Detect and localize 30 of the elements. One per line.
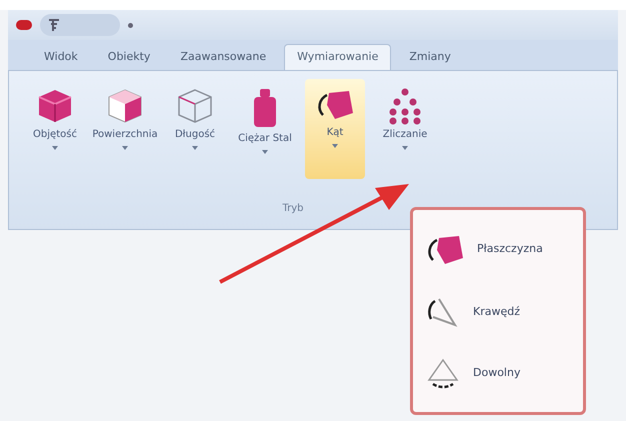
caret-icon [262, 150, 268, 154]
caret-icon [52, 146, 58, 150]
app-logo-icon[interactable] [16, 20, 32, 30]
ribbon-tab[interactable]: Zmiany [397, 44, 463, 70]
ribbon-button[interactable]: Ciężar Stal [235, 79, 295, 179]
caret-icon [402, 146, 408, 150]
caret-icon [332, 144, 338, 148]
menu-item-label: Płaszczyzna [477, 241, 543, 258]
group-label: Tryb [282, 202, 304, 216]
ribbon-tab[interactable]: Zaawansowane [168, 44, 278, 70]
menu-item-label: Dowolny [473, 365, 520, 382]
menu-item[interactable]: Płaszczyzna [425, 232, 583, 268]
tool-icon [48, 18, 60, 32]
quick-access-toolbar[interactable] [40, 14, 120, 36]
ribbon-button[interactable]: Kąt [305, 79, 365, 179]
caret-icon [192, 146, 198, 150]
ribbon-button[interactable]: Powierzchnia [95, 79, 155, 179]
dropdown-icon[interactable] [128, 22, 133, 28]
ribbon-button[interactable]: Długość [165, 79, 225, 179]
menu-item[interactable]: Dowolny [425, 356, 583, 390]
menu-item-label: Krawędź [473, 304, 520, 320]
angle-free-icon [425, 356, 461, 390]
ribbon-tab[interactable]: Obiekty [96, 44, 162, 70]
caret-icon [122, 146, 128, 150]
ribbon-button[interactable]: Objętość [25, 79, 85, 179]
ribbon-tab[interactable]: Widok [32, 44, 90, 70]
dot-grid-icon [388, 87, 422, 125]
menu-item[interactable]: Krawędź [425, 294, 583, 329]
ribbon-tab[interactable]: Wymiarowanie [284, 44, 392, 70]
ribbon-button[interactable]: Zliczanie [375, 79, 435, 179]
